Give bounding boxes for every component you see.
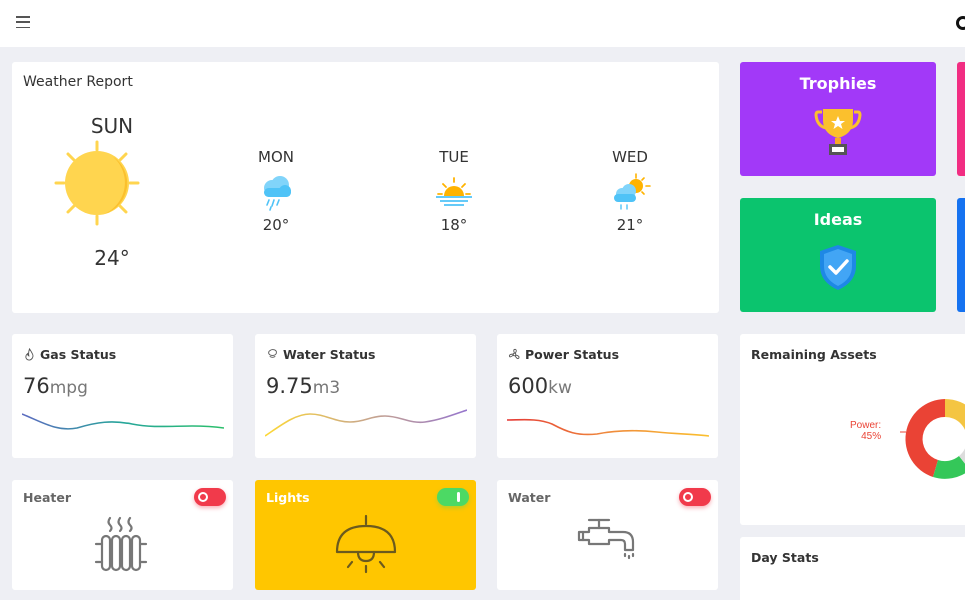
rain-cloud-icon [264, 176, 291, 211]
water-value: 9.75 [266, 374, 313, 398]
today-temp: 24° [94, 246, 130, 270]
user-avatar[interactable] [956, 16, 965, 30]
remaining-assets-title: Remaining Assets [751, 347, 877, 362]
forecast-temp: 21° [616, 216, 644, 234]
forecast-temp: 18° [440, 216, 468, 234]
gas-status-card: Gas Status 76mpg [12, 334, 233, 458]
forecast-day: TUE [439, 148, 469, 166]
water-status-card: Water Status 9.75m3 [255, 334, 476, 458]
fan-icon [508, 348, 520, 360]
gas-status-label: Gas Status [40, 347, 117, 362]
trophies-title: Trophies [799, 74, 877, 93]
lights-card: Lights [255, 480, 476, 590]
water-title: Water [508, 490, 551, 505]
menu-icon[interactable] [16, 16, 30, 28]
water-card: Water [497, 480, 718, 590]
lights-title: Lights [266, 490, 310, 505]
water-toggle[interactable] [679, 488, 711, 506]
lights-toggle[interactable] [437, 488, 469, 506]
green-slice [933, 456, 965, 479]
forecast-day: MON [258, 148, 294, 166]
gas-status-title: Gas Status [23, 347, 116, 362]
top-bar [0, 0, 965, 47]
water-status-label: Water Status [283, 347, 376, 362]
heater-title: Heater [23, 490, 71, 505]
water-sparkline [265, 409, 467, 437]
forecast-tue: TUE 18° [419, 148, 489, 234]
sunset-icon [436, 177, 472, 206]
ceiling-lamp-icon [335, 514, 397, 574]
ideas-title: Ideas [813, 210, 863, 229]
forecast-day: WED [612, 148, 648, 166]
gas-value: 76 [23, 374, 50, 398]
blue-tile-edge[interactable] [957, 198, 965, 312]
heater-card: Heater [12, 480, 233, 590]
water-status-value: 9.75m3 [266, 374, 340, 398]
day-stats-title: Day Stats [751, 550, 819, 565]
assets-donut-chart [900, 399, 965, 479]
gas-unit: mpg [49, 378, 88, 398]
radiator-icon [94, 516, 148, 572]
today-day: SUN [90, 114, 134, 138]
water-drops-icon [268, 349, 277, 358]
pink-tile-edge[interactable] [957, 62, 965, 176]
forecast-temp: 20° [262, 216, 290, 234]
power-sparkline [507, 418, 709, 437]
water-status-title: Water Status [266, 347, 375, 362]
power-slice-label: Power: 45% [850, 420, 881, 442]
day-stats-card: Day Stats [740, 537, 965, 600]
trophies-tile[interactable]: Trophies [740, 62, 936, 176]
forecast-wed: WED 21° [595, 148, 665, 234]
weather-report-title: Weather Report [23, 74, 133, 90]
remaining-assets-card: Remaining Assets Power: 45% [740, 334, 965, 525]
forecast-mon: MON 20° [241, 148, 311, 234]
water-unit: m3 [312, 378, 341, 398]
power-status-card: Power Status 600kw [497, 334, 718, 458]
weather-report-card: Weather Report SUN 24° MON 20° TUE 18° W… [12, 62, 719, 313]
power-status-label: Power Status [525, 347, 620, 362]
heater-toggle[interactable] [194, 488, 226, 506]
today-forecast: SUN 24° [72, 114, 152, 270]
faucet-icon [577, 518, 635, 560]
shield-check-icon [820, 245, 856, 290]
power-label-pct: 45% [861, 431, 882, 442]
power-unit: kw [548, 378, 572, 398]
ideas-tile[interactable]: Ideas [740, 198, 936, 312]
gas-status-value: 76mpg [23, 374, 88, 398]
power-status-title: Power Status [508, 347, 619, 362]
trophy-icon [814, 109, 862, 155]
power-label-text: Power: [850, 420, 882, 431]
gas-sparkline [22, 413, 224, 430]
power-status-value: 600kw [508, 374, 572, 398]
partly-cloudy-icon [614, 173, 651, 210]
power-value: 600 [508, 374, 549, 398]
sun-icon [54, 140, 140, 226]
flame-icon [25, 348, 34, 361]
